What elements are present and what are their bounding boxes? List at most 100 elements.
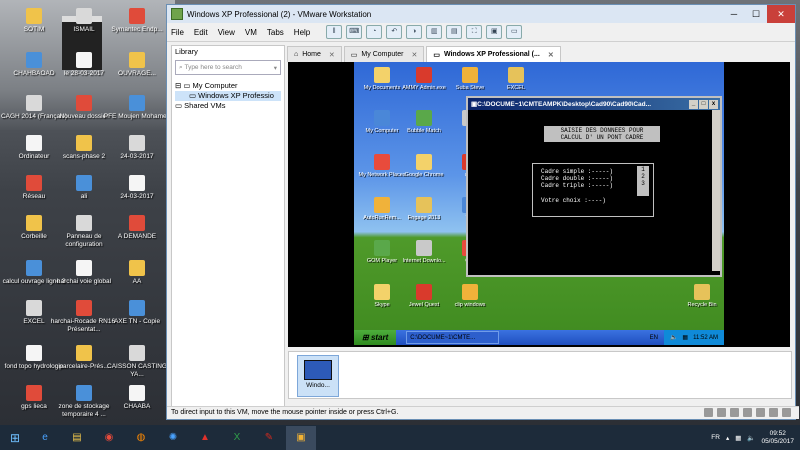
guest-desktop-icon[interactable]: AMMY Admin.exe bbox=[398, 67, 450, 92]
tray-arrow-icon[interactable]: ▴ bbox=[726, 434, 729, 442]
file-icon bbox=[76, 260, 92, 276]
desktop-icon[interactable]: AA bbox=[103, 260, 171, 286]
desktop-icon[interactable]: A DEMANDE bbox=[103, 215, 171, 241]
settings-icon[interactable]: ✺ bbox=[158, 426, 188, 450]
input-language[interactable]: FR bbox=[711, 434, 720, 441]
file-explorer-icon[interactable]: ▤ bbox=[62, 426, 92, 450]
maximize-button[interactable]: ☐ bbox=[745, 5, 767, 23]
guest-desktop-icon[interactable]: EXCEL bbox=[490, 67, 542, 92]
volume-icon[interactable]: 🔈 bbox=[747, 434, 755, 442]
app-icon bbox=[416, 154, 432, 170]
cd-icon[interactable] bbox=[717, 408, 726, 417]
tree-item-my-computer[interactable]: ⊟ ▭ My Computer bbox=[175, 81, 281, 91]
chevron-down-icon[interactable]: ▾ bbox=[274, 64, 277, 72]
tree-item-shared-vms[interactable]: ▭ Shared VMs bbox=[175, 101, 281, 111]
desktop-icon-label: Corbeille bbox=[21, 233, 47, 240]
clock[interactable]: 09:52 05/05/2017 bbox=[761, 430, 794, 446]
guest-icon-label: Jewel Quest bbox=[408, 302, 440, 308]
guest-task-cmd[interactable]: C:\DOCUME~1\CMTE... bbox=[406, 331, 500, 344]
menu-vm[interactable]: VM bbox=[245, 28, 257, 37]
vm-thumbnail-preview bbox=[304, 360, 332, 380]
autocad-icon[interactable]: ▲ bbox=[190, 426, 220, 450]
chrome-icon[interactable]: ◉ bbox=[94, 426, 124, 450]
host-taskbar: ⊞ e ▤ ◉ ◍ ✺ ▲ X ✎ ▣ FR ▴ ▦ 🔈 09:52 05/05… bbox=[0, 425, 800, 450]
desktop-icon[interactable]: 24-03-2017 bbox=[103, 135, 171, 161]
hdd-icon[interactable] bbox=[704, 408, 713, 417]
display-icon[interactable] bbox=[782, 408, 791, 417]
file-icon bbox=[129, 175, 145, 191]
console-view-icon[interactable]: ▭ bbox=[506, 25, 523, 39]
windows-start-icon[interactable]: ⊞ bbox=[0, 425, 30, 450]
full-screen-icon[interactable]: ⛶ bbox=[466, 25, 483, 39]
computer-icon: ▭ bbox=[350, 51, 358, 59]
guest-desktop-icon[interactable]: Suba Steve bbox=[444, 67, 496, 92]
menu-file[interactable]: File bbox=[171, 28, 184, 37]
firefox-icon[interactable]: ◍ bbox=[126, 426, 156, 450]
vm-console[interactable]: My Documents AMMY Admin.exe Suba Steve EXCE… bbox=[288, 62, 790, 347]
ie-icon[interactable]: e bbox=[30, 426, 60, 450]
menu-help[interactable]: Help bbox=[294, 28, 310, 37]
guest-desktop-icon[interactable]: Engage 2013 bbox=[398, 197, 450, 222]
speaker-icon[interactable]: 🔈 bbox=[670, 334, 677, 341]
desktop-icon[interactable]: CAISSON CASTING YA... bbox=[103, 345, 171, 379]
vmware-titlebar[interactable]: Windows XP Professional (2) - VMware Wor… bbox=[167, 5, 795, 23]
guest-icon-label: clip windows bbox=[454, 302, 486, 308]
send-ctrl-alt-del-icon[interactable]: ⌨ bbox=[346, 25, 363, 39]
guest-desktop-icon[interactable]: Internet Downlo... bbox=[398, 240, 450, 265]
menu-tabs[interactable]: Tabs bbox=[267, 28, 284, 37]
vm-thumbnail[interactable]: Windo... bbox=[297, 355, 339, 397]
menu-edit[interactable]: Edit bbox=[194, 28, 208, 37]
guest-tray: 🔈 ▦ 11:52 AM bbox=[663, 330, 724, 345]
command-prompt-window[interactable]: ▣ C:\DOCUME~1\CMTEAMPK\Desktop\Cad90\Cad… bbox=[466, 96, 722, 277]
guest-desktop[interactable]: My Documents AMMY Admin.exe Suba Steve EXCE… bbox=[354, 62, 724, 345]
network-icon[interactable]: ▦ bbox=[735, 434, 741, 442]
desktop-icon[interactable]: CHAABA bbox=[103, 385, 171, 411]
pause-icon[interactable]: ‖ bbox=[326, 25, 343, 39]
cmd-scrollbar[interactable] bbox=[712, 110, 720, 271]
guest-desktop-icon[interactable]: clip windows bbox=[444, 284, 496, 309]
desktop-icon[interactable]: OUVRAGE... bbox=[103, 52, 171, 78]
guest-clock: 11:52 AM bbox=[693, 334, 718, 341]
menu-view[interactable]: View bbox=[218, 28, 235, 37]
guest-language[interactable]: EN bbox=[650, 335, 658, 341]
minimize-button[interactable]: ─ bbox=[723, 5, 745, 23]
guest-desktop-icon[interactable]: Recycle Bin bbox=[676, 284, 724, 309]
library-search[interactable]: ⌕ Type here to search ▾ bbox=[175, 60, 281, 75]
show-library-icon[interactable]: ▥ bbox=[426, 25, 443, 39]
program-banner: SAISIE DES DONNEES POUR CALCUL D' UN PON… bbox=[544, 126, 660, 142]
desktop-icon[interactable]: 24-03-2017 bbox=[103, 175, 171, 201]
guest-icon-label: GOM Player bbox=[366, 258, 398, 264]
snapshot-manager-icon[interactable]: ◑ bbox=[406, 25, 423, 39]
thumbnail-bar-icon[interactable]: ▤ bbox=[446, 25, 463, 39]
cmd-maximize-button[interactable]: □ bbox=[699, 99, 708, 109]
desktop-icon-label: AXE TN - Copie bbox=[113, 318, 161, 325]
desktop-icon[interactable]: Symantec Endp... bbox=[103, 8, 171, 34]
cmd-titlebar[interactable]: ▣ C:\DOCUME~1\CMTEAMPK\Desktop\Cad90\Cad… bbox=[468, 98, 720, 110]
tab-windows-xp[interactable]: ▭ Windows XP Professional (... ✕ bbox=[426, 46, 561, 62]
desktop-icon[interactable]: AXE TN - Copie bbox=[103, 300, 171, 326]
cmd-minimize-button[interactable]: _ bbox=[689, 99, 698, 109]
app-icon bbox=[416, 284, 432, 300]
vmware-taskbar-icon[interactable]: ▣ bbox=[286, 425, 316, 450]
usb-icon[interactable] bbox=[756, 408, 765, 417]
app-icon bbox=[508, 67, 524, 83]
revert-snapshot-icon[interactable]: ↶ bbox=[386, 25, 403, 39]
network-adapter-icon[interactable] bbox=[743, 408, 752, 417]
close-button[interactable]: ✕ bbox=[767, 5, 795, 23]
snapshot-icon[interactable]: ◔ bbox=[366, 25, 383, 39]
network-icon[interactable]: ▦ bbox=[682, 334, 688, 341]
sound-icon[interactable] bbox=[769, 408, 778, 417]
cmd-close-button[interactable]: x bbox=[709, 99, 718, 109]
tab-home[interactable]: ⌂ Home ✕ bbox=[287, 46, 342, 62]
unity-icon[interactable]: ▣ bbox=[486, 25, 503, 39]
guest-desktop-icon[interactable]: Google Chrome bbox=[398, 154, 450, 179]
tab-my-computer[interactable]: ▭ My Computer ✕ bbox=[343, 46, 425, 62]
excel-icon[interactable]: X bbox=[222, 426, 252, 450]
guest-start-button[interactable]: ⊞ start bbox=[354, 330, 397, 345]
desktop-icon[interactable]: PFE Moujen Mohamed bbox=[103, 95, 171, 121]
tree-item-winxp[interactable]: ▭ Windows XP Professio bbox=[175, 91, 281, 101]
guest-desktop-icon[interactable]: Jewel Quest bbox=[398, 284, 450, 309]
floppy-icon[interactable] bbox=[730, 408, 739, 417]
guest-desktop-icon[interactable]: Bubble Match bbox=[398, 110, 450, 135]
pdf-icon[interactable]: ✎ bbox=[254, 426, 284, 450]
